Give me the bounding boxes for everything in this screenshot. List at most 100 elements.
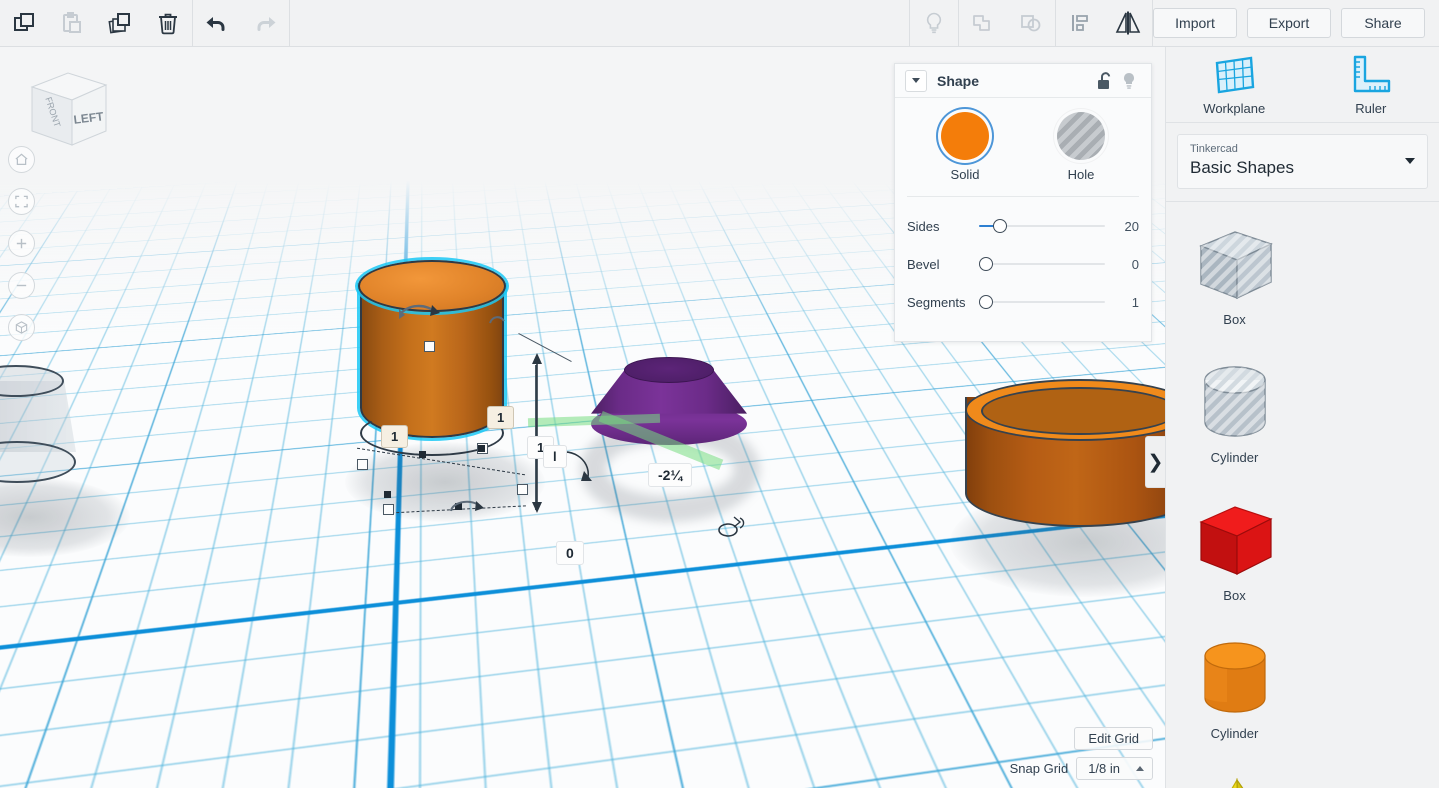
snap-grid-row: Snap Grid 1/8 in	[1010, 757, 1153, 780]
segments-knob[interactable]	[979, 295, 993, 309]
shape-label: Box	[1223, 588, 1246, 603]
lock-button[interactable]	[1093, 69, 1117, 93]
inspector-collapse-button[interactable]	[905, 69, 927, 92]
sides-label: Sides	[907, 218, 940, 234]
inspector-body: Solid Hole Sides 20 Bevel 0 Segments 1	[895, 98, 1151, 341]
ruler-icon	[1353, 55, 1390, 93]
move-cursor-icon	[718, 516, 745, 537]
corner-point-handle-2[interactable]	[384, 491, 391, 498]
segments-value[interactable]: 1	[1109, 295, 1139, 310]
orange-tube-object[interactable]	[965, 379, 1165, 553]
center-point-handle[interactable]	[419, 451, 426, 458]
duplicate-button[interactable]	[96, 0, 144, 47]
paste-button[interactable]	[48, 0, 96, 47]
delete-button[interactable]	[144, 0, 192, 47]
resize-handle-right[interactable]	[517, 484, 528, 495]
zoom-in-icon	[16, 238, 27, 249]
workplane-tool[interactable]: Workplane	[1166, 47, 1303, 122]
group-icon	[973, 15, 990, 31]
hole-label: Hole	[1067, 167, 1095, 182]
toolbar-action-buttons: Import Export Share	[1153, 8, 1439, 38]
segments-slider[interactable]	[979, 294, 1105, 310]
shape-item-cylinder-orange[interactable]: Cylinder	[1166, 624, 1303, 762]
top-toolbar: Import Export Share	[0, 0, 1439, 47]
resize-handle-top[interactable]	[424, 341, 435, 352]
shape-library-dropdown[interactable]: Tinkercad Basic Shapes	[1177, 134, 1428, 189]
purple-frustum-object[interactable]	[591, 357, 747, 449]
fit-to-view-button[interactable]	[8, 188, 35, 215]
sides-slider[interactable]	[979, 218, 1105, 234]
zoom-in-button[interactable]	[8, 230, 35, 257]
hole-pattern-swatch[interactable]	[1057, 112, 1105, 160]
rotate-handle-bottom[interactable]	[448, 499, 488, 519]
hole-mode-option[interactable]: Hole	[1035, 112, 1127, 182]
view-cube-icon: LEFT FRONT	[30, 72, 108, 146]
inspector-header: Shape	[895, 64, 1151, 98]
align-icon	[1072, 15, 1088, 31]
snap-grid-label: Snap Grid	[1009, 761, 1069, 776]
dimension-label-width[interactable]: 1	[381, 425, 409, 448]
collapse-panel-chevron[interactable]: ❯	[1145, 436, 1165, 488]
home-view-button[interactable]	[8, 146, 35, 173]
view-cube[interactable]: LEFT FRONT	[22, 65, 114, 157]
lightbulb-icon	[1124, 72, 1134, 89]
ruler-tool[interactable]: Ruler	[1303, 47, 1439, 122]
snap-grid-select[interactable]: 1/8 in	[1076, 757, 1153, 780]
export-button[interactable]: Export	[1247, 8, 1331, 38]
workplane-label: Workplane	[1203, 101, 1266, 116]
height-arrow-axis[interactable]	[528, 350, 546, 515]
resize-handle-front-left[interactable]	[383, 504, 394, 515]
axis-y-line	[406, 47, 524, 171]
copy-icon	[14, 13, 34, 31]
dimension-label-height-unit[interactable]: l	[543, 445, 567, 468]
ungroup-button[interactable]	[1007, 0, 1055, 47]
mode-swatch-row: Solid Hole	[907, 112, 1139, 182]
corner-point-handle[interactable]	[478, 445, 485, 452]
library-owner: Tinkercad	[1190, 143, 1238, 155]
dimension-label-depth[interactable]: 1	[487, 406, 515, 429]
hole-frustum-object[interactable]	[0, 365, 76, 507]
align-button[interactable]	[1056, 0, 1104, 47]
edit-lights-button[interactable]	[910, 0, 958, 47]
resize-handle-left[interactable]	[357, 459, 368, 470]
workplane-icon	[1215, 56, 1255, 94]
shape-item-box-hole[interactable]: Box	[1166, 210, 1303, 348]
bevel-value[interactable]: 0	[1109, 257, 1139, 272]
shape-item-pyramid[interactable]: Pyramid	[1166, 762, 1303, 788]
library-name: Basic Shapes	[1190, 158, 1294, 177]
ortho-perspective-button[interactable]	[8, 314, 35, 341]
delete-icon	[159, 13, 177, 35]
cylinder-art	[1189, 632, 1281, 724]
elevation-label-zero[interactable]: 0	[556, 541, 584, 565]
solid-color-swatch[interactable]	[941, 112, 989, 160]
group-button[interactable]	[959, 0, 1007, 47]
shape-label: Cylinder	[1210, 450, 1259, 465]
highlight-light-button[interactable]	[1117, 69, 1141, 93]
import-button[interactable]: Import	[1153, 8, 1237, 38]
distance-label-purple[interactable]: -2¼	[648, 463, 693, 487]
shapes-gallery: Box Cylinder Box Cylinder	[1166, 202, 1439, 788]
bevel-knob[interactable]	[979, 257, 993, 271]
rotate-handle-secondary[interactable]	[486, 305, 508, 325]
duplicate-icon	[108, 13, 130, 34]
sides-value[interactable]: 20	[1109, 219, 1139, 234]
rotate-handle-top[interactable]	[396, 299, 446, 325]
undo-button[interactable]	[193, 0, 241, 47]
shape-item-box-red[interactable]: Box	[1166, 486, 1303, 624]
mirror-button[interactable]	[1104, 0, 1152, 47]
mirror-icon	[1115, 11, 1141, 35]
solid-mode-option[interactable]: Solid	[919, 112, 1011, 182]
frustum-top	[624, 357, 714, 383]
sides-knob[interactable]	[992, 219, 1007, 233]
redo-button[interactable]	[241, 0, 289, 47]
shape-inspector-panel: Shape Solid Hole Sides 20 Bevel 0 Segmen…	[894, 63, 1152, 342]
copy-button[interactable]	[0, 0, 48, 47]
bevel-slider[interactable]	[979, 256, 1105, 272]
lightbulb-icon	[926, 12, 942, 34]
zoom-out-button[interactable]	[8, 272, 35, 299]
share-button[interactable]: Share	[1341, 8, 1425, 38]
ungroup-icon	[1021, 15, 1041, 32]
edit-tools-group	[0, 0, 192, 47]
shape-item-cylinder-hole[interactable]: Cylinder	[1166, 348, 1303, 486]
edit-grid-button[interactable]: Edit Grid	[1074, 727, 1153, 750]
